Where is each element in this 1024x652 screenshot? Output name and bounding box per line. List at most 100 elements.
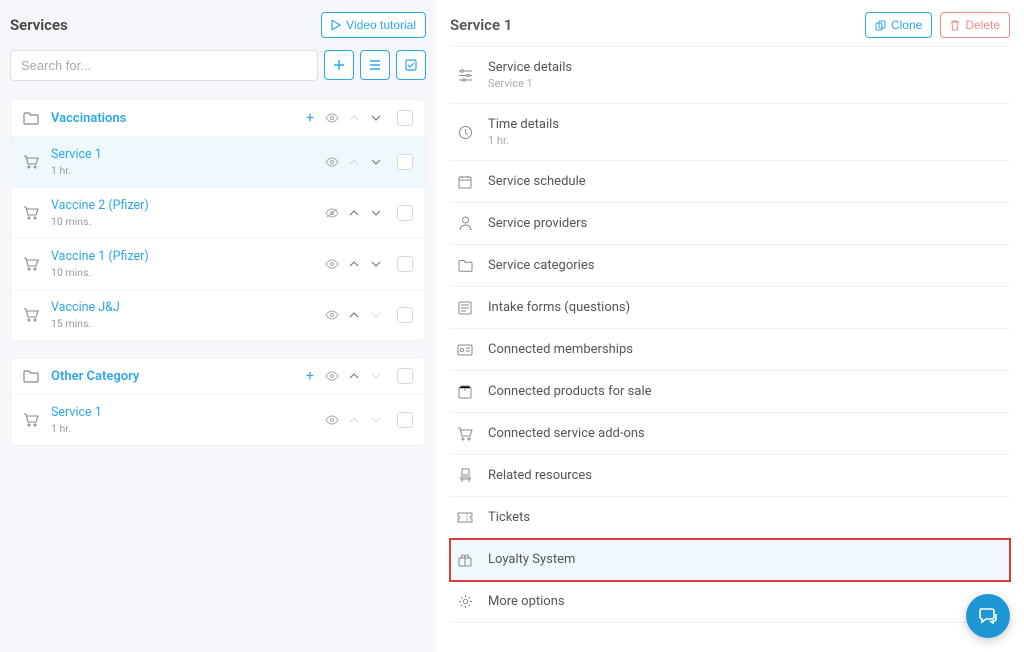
calendar-icon: [456, 175, 474, 189]
section-time-details[interactable]: Time details 1 hr.: [450, 104, 1010, 161]
service-name: Vaccine 2 (Pfizer): [51, 198, 325, 213]
move-down-button: [369, 312, 383, 318]
section-service-categories[interactable]: Service categories: [450, 245, 1010, 287]
user-icon: [456, 216, 474, 231]
copy-icon: [875, 20, 886, 31]
service-row[interactable]: Service 1 1 hr.: [11, 395, 425, 445]
cart-icon: [23, 206, 43, 220]
category-card: Vaccinations +: [10, 99, 426, 341]
service-duration: 15 mins.: [51, 317, 325, 330]
category-checkbox[interactable]: [397, 110, 413, 126]
category-row[interactable]: Vaccinations +: [11, 100, 425, 137]
form-icon: [456, 301, 474, 315]
move-down-button[interactable]: [369, 210, 383, 216]
play-icon: [331, 20, 341, 30]
move-up-button: [347, 115, 361, 121]
section-label: Connected service add-ons: [488, 426, 645, 441]
move-down-button[interactable]: [369, 115, 383, 121]
visibility-toggle[interactable]: [325, 259, 339, 269]
section-label: Service providers: [488, 216, 587, 231]
section-label: Service details: [488, 60, 572, 75]
service-name: Vaccine J&J: [51, 300, 325, 315]
move-up-button: [347, 417, 361, 423]
box-icon: [456, 385, 474, 399]
move-up-button[interactable]: [347, 261, 361, 267]
section-connected-memberships[interactable]: Connected memberships: [450, 329, 1010, 371]
move-down-button[interactable]: [369, 159, 383, 165]
cart-icon: [23, 308, 43, 322]
service-row[interactable]: Vaccine J&J 15 mins.: [11, 290, 425, 340]
visibility-toggle[interactable]: [325, 371, 339, 381]
clock-icon: [456, 125, 474, 140]
move-up-button: [347, 159, 361, 165]
trash-icon: [950, 20, 960, 31]
section-label: Connected memberships: [488, 342, 633, 357]
list-view-button[interactable]: [360, 50, 390, 80]
chair-icon: [456, 468, 474, 483]
select-all-button[interactable]: [396, 50, 426, 80]
section-label: Connected products for sale: [488, 384, 652, 399]
visibility-toggle[interactable]: [325, 157, 339, 167]
category-card: Other Category + Service 1 1 hr.: [10, 357, 426, 446]
clone-button[interactable]: Clone: [865, 12, 932, 38]
visibility-toggle[interactable]: [325, 310, 339, 320]
section-service-schedule[interactable]: Service schedule: [450, 161, 1010, 203]
cart-icon: [23, 155, 43, 169]
move-up-button[interactable]: [347, 210, 361, 216]
service-duration: 1 hr.: [51, 164, 325, 177]
add-button[interactable]: [324, 50, 354, 80]
delete-label: Delete: [965, 18, 1000, 32]
move-down-button: [369, 373, 383, 379]
service-row[interactable]: Vaccine 2 (Pfizer) 10 mins.: [11, 188, 425, 239]
visibility-toggle[interactable]: [325, 415, 339, 425]
service-duration: 10 mins.: [51, 266, 325, 279]
service-name: Service 1: [51, 405, 325, 420]
service-checkbox[interactable]: [397, 307, 413, 323]
cart-icon: [23, 257, 43, 271]
category-row[interactable]: Other Category +: [11, 358, 425, 395]
service-checkbox[interactable]: [397, 412, 413, 428]
move-down-button: [369, 417, 383, 423]
service-row[interactable]: Vaccine 1 (Pfizer) 10 mins.: [11, 239, 425, 290]
service-checkbox[interactable]: [397, 154, 413, 170]
check-square-icon: [405, 59, 417, 71]
section-list: Service details Service 1 Time details 1…: [450, 46, 1010, 623]
section-loyalty-system[interactable]: Loyalty System: [450, 539, 1010, 581]
search-input[interactable]: [10, 50, 318, 81]
detail-title: Service 1: [450, 16, 512, 34]
section-more-options[interactable]: More options: [450, 581, 1010, 623]
move-up-button[interactable]: [347, 312, 361, 318]
service-name: Service 1: [51, 147, 325, 162]
chat-button[interactable]: [966, 594, 1010, 638]
clone-label: Clone: [891, 18, 922, 32]
section-connected-addons[interactable]: Connected service add-ons: [450, 413, 1010, 455]
list-icon: [369, 59, 381, 71]
add-service-button[interactable]: +: [303, 368, 317, 384]
section-related-resources[interactable]: Related resources: [450, 455, 1010, 497]
category-checkbox[interactable]: [397, 368, 413, 384]
service-checkbox[interactable]: [397, 205, 413, 221]
folder-icon: [23, 111, 43, 125]
section-service-providers[interactable]: Service providers: [450, 203, 1010, 245]
gift-icon: [456, 553, 474, 567]
move-up-button[interactable]: [347, 373, 361, 379]
sliders-icon: [456, 69, 474, 82]
cart-icon: [23, 413, 43, 427]
service-duration: 10 mins.: [51, 215, 325, 228]
section-label: Service categories: [488, 258, 594, 273]
visibility-toggle[interactable]: [325, 208, 339, 218]
service-checkbox[interactable]: [397, 256, 413, 272]
section-service-details[interactable]: Service details Service 1: [450, 46, 1010, 104]
section-label: Intake forms (questions): [488, 300, 630, 315]
section-tickets[interactable]: Tickets: [450, 497, 1010, 539]
section-label: Related resources: [488, 468, 592, 483]
visibility-toggle[interactable]: [325, 113, 339, 123]
section-connected-products[interactable]: Connected products for sale: [450, 371, 1010, 413]
service-row[interactable]: Service 1 1 hr.: [11, 137, 425, 188]
section-label: Time details: [488, 117, 559, 132]
move-down-button[interactable]: [369, 261, 383, 267]
delete-button[interactable]: Delete: [940, 12, 1010, 38]
video-tutorial-button[interactable]: Video tutorial: [321, 12, 426, 38]
section-intake-forms[interactable]: Intake forms (questions): [450, 287, 1010, 329]
add-service-button[interactable]: +: [303, 110, 317, 126]
